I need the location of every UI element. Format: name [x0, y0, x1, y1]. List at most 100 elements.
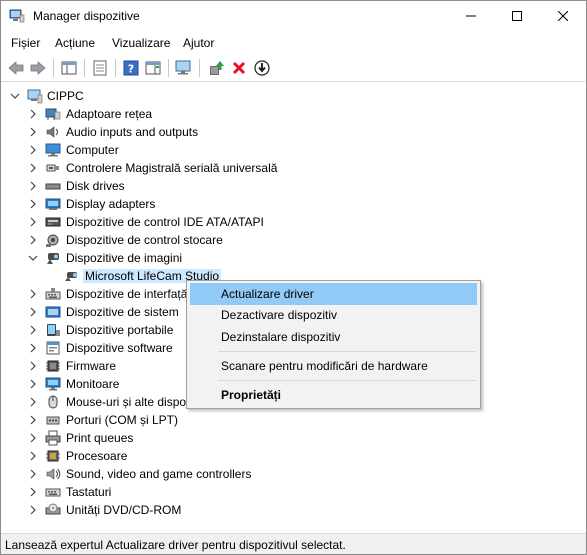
- category-label: Firmware: [66, 359, 116, 373]
- expand-chevron-icon[interactable]: [27, 306, 39, 318]
- forward-arrow-icon: [30, 61, 46, 75]
- expand-chevron-icon[interactable]: [27, 288, 39, 300]
- help-icon: ?: [123, 60, 139, 76]
- action-pane-icon: [145, 61, 161, 75]
- category-label: Dispozitive de imagini: [66, 251, 183, 265]
- tree-category-9[interactable]: Dispozitive de imagini: [1, 249, 586, 267]
- expand-chevron-icon[interactable]: [27, 378, 39, 390]
- ide-controller-icon: [45, 217, 61, 227]
- system-device-icon: [45, 306, 61, 318]
- help-button[interactable]: ?: [121, 58, 141, 78]
- processor-icon: [46, 450, 60, 462]
- category-label: Dispozitive de control IDE ATA/ATAPI: [66, 215, 264, 229]
- tree-category-18[interactable]: Print queues: [1, 429, 586, 447]
- expand-chevron-icon[interactable]: [27, 162, 39, 174]
- context-menu: Actualizare driver Dezactivare dispoziti…: [186, 280, 481, 409]
- expand-chevron-icon[interactable]: [27, 486, 39, 498]
- expand-chevron-icon[interactable]: [27, 126, 39, 138]
- software-device-icon: [46, 341, 60, 355]
- webcam-icon: [65, 272, 77, 281]
- ctx-separator: [218, 380, 476, 381]
- show-hide-console-tree-button[interactable]: [59, 58, 79, 78]
- menu-view[interactable]: Vizualizare: [112, 36, 170, 50]
- expand-chevron-icon[interactable]: [27, 468, 39, 480]
- monitor-icon: [45, 377, 61, 391]
- tree-category-5[interactable]: Disk drives: [1, 177, 586, 195]
- category-label: Sound, video and game controllers: [66, 467, 252, 481]
- tree-root[interactable]: CIPPC: [1, 87, 586, 105]
- expand-chevron-icon[interactable]: [27, 342, 39, 354]
- tree-category-17[interactable]: Porturi (COM și LPT): [1, 411, 586, 429]
- tree-category-19[interactable]: Procesoare: [1, 447, 586, 465]
- expand-chevron-icon[interactable]: [27, 360, 39, 372]
- scan-hardware-button[interactable]: [174, 58, 194, 78]
- tree-category-2[interactable]: Audio inputs and outputs: [1, 123, 586, 141]
- expand-chevron-icon[interactable]: [27, 180, 39, 192]
- storage-controller-icon: [46, 234, 59, 247]
- show-action-pane-button[interactable]: [143, 58, 163, 78]
- camera-icon: [47, 253, 59, 264]
- ctx-update-driver[interactable]: Actualizare driver: [190, 283, 477, 305]
- forward-button[interactable]: [28, 58, 48, 78]
- collapse-root-chevron-icon[interactable]: [9, 90, 21, 102]
- ctx-disable-device[interactable]: Dezactivare dispozitiv: [190, 304, 477, 326]
- category-label: Porturi (COM și LPT): [66, 413, 179, 427]
- tree-category-8[interactable]: Dispozitive de control stocare: [1, 231, 586, 249]
- expand-chevron-icon[interactable]: [27, 432, 39, 444]
- category-label: Dispozitive de control stocare: [66, 233, 223, 247]
- menu-file[interactable]: Fișier: [11, 36, 40, 50]
- uninstall-device-button[interactable]: [229, 58, 249, 78]
- ctx-scan-hardware[interactable]: Scanare pentru modificări de hardware: [190, 355, 477, 377]
- tree-category-1[interactable]: Adaptoare rețea: [1, 105, 586, 123]
- expand-chevron-icon[interactable]: [27, 450, 39, 462]
- mouse-icon: [48, 395, 58, 409]
- maximize-button[interactable]: [494, 1, 540, 31]
- root-label: CIPPC: [47, 89, 84, 103]
- ctx-properties[interactable]: Proprietăți: [190, 384, 477, 406]
- dvd-icon: [45, 503, 61, 515]
- minimize-icon: [466, 15, 476, 17]
- keyboard-icon: [45, 488, 61, 497]
- expand-chevron-icon[interactable]: [27, 396, 39, 408]
- category-label: Display adapters: [66, 197, 156, 211]
- expand-chevron-icon[interactable]: [27, 108, 39, 120]
- back-button[interactable]: [6, 58, 26, 78]
- speaker-icon: [46, 126, 58, 138]
- tree-category-6[interactable]: Display adapters: [1, 195, 586, 213]
- expand-chevron-icon[interactable]: [27, 414, 39, 426]
- scan-monitor-icon: [175, 60, 191, 75]
- expand-chevron-icon[interactable]: [27, 216, 39, 228]
- tree-category-22[interactable]: Unități DVD/CD-ROM: [1, 501, 586, 519]
- menu-action[interactable]: Acțiune: [55, 36, 95, 50]
- close-button[interactable]: [540, 1, 586, 31]
- toolbar: ?: [1, 54, 586, 82]
- properties-button[interactable]: [90, 58, 110, 78]
- disable-device-button[interactable]: [252, 58, 272, 78]
- tree-category-21[interactable]: Tastaturi: [1, 483, 586, 501]
- device-manager-window: Manager dispozitive Fișier Acțiune Vizua…: [0, 0, 587, 555]
- back-arrow-icon: [8, 61, 24, 75]
- usb-icon: [46, 164, 59, 172]
- expand-chevron-icon[interactable]: [27, 198, 39, 210]
- update-driver-button[interactable]: [206, 58, 226, 78]
- menu-help[interactable]: Ajutor: [183, 36, 214, 50]
- status-text: Lansează expertul Actualizare driver pen…: [5, 538, 346, 552]
- expand-chevron-icon[interactable]: [27, 234, 39, 246]
- device-manager-app-icon: [9, 9, 25, 23]
- properties-sheet-icon: [93, 60, 107, 76]
- minimize-button[interactable]: [448, 1, 494, 31]
- tree-category-20[interactable]: Sound, video and game controllers: [1, 465, 586, 483]
- close-icon: [558, 11, 568, 21]
- port-icon: [46, 416, 60, 425]
- expand-chevron-icon[interactable]: [27, 324, 39, 336]
- expand-chevron-icon[interactable]: [27, 144, 39, 156]
- collapse-chevron-icon[interactable]: [27, 252, 39, 264]
- category-label: Print queues: [66, 431, 134, 445]
- tree-category-3[interactable]: Computer: [1, 141, 586, 159]
- expand-chevron-icon[interactable]: [27, 504, 39, 516]
- ctx-uninstall-device[interactable]: Dezinstalare dispozitiv: [190, 326, 477, 348]
- tree-category-4[interactable]: Controlere Magistrală serială universală: [1, 159, 586, 177]
- hid-icon: [45, 288, 61, 300]
- tree-category-7[interactable]: Dispozitive de control IDE ATA/ATAPI: [1, 213, 586, 231]
- menu-bar: Fișier Acțiune Vizualizare Ajutor: [1, 32, 586, 54]
